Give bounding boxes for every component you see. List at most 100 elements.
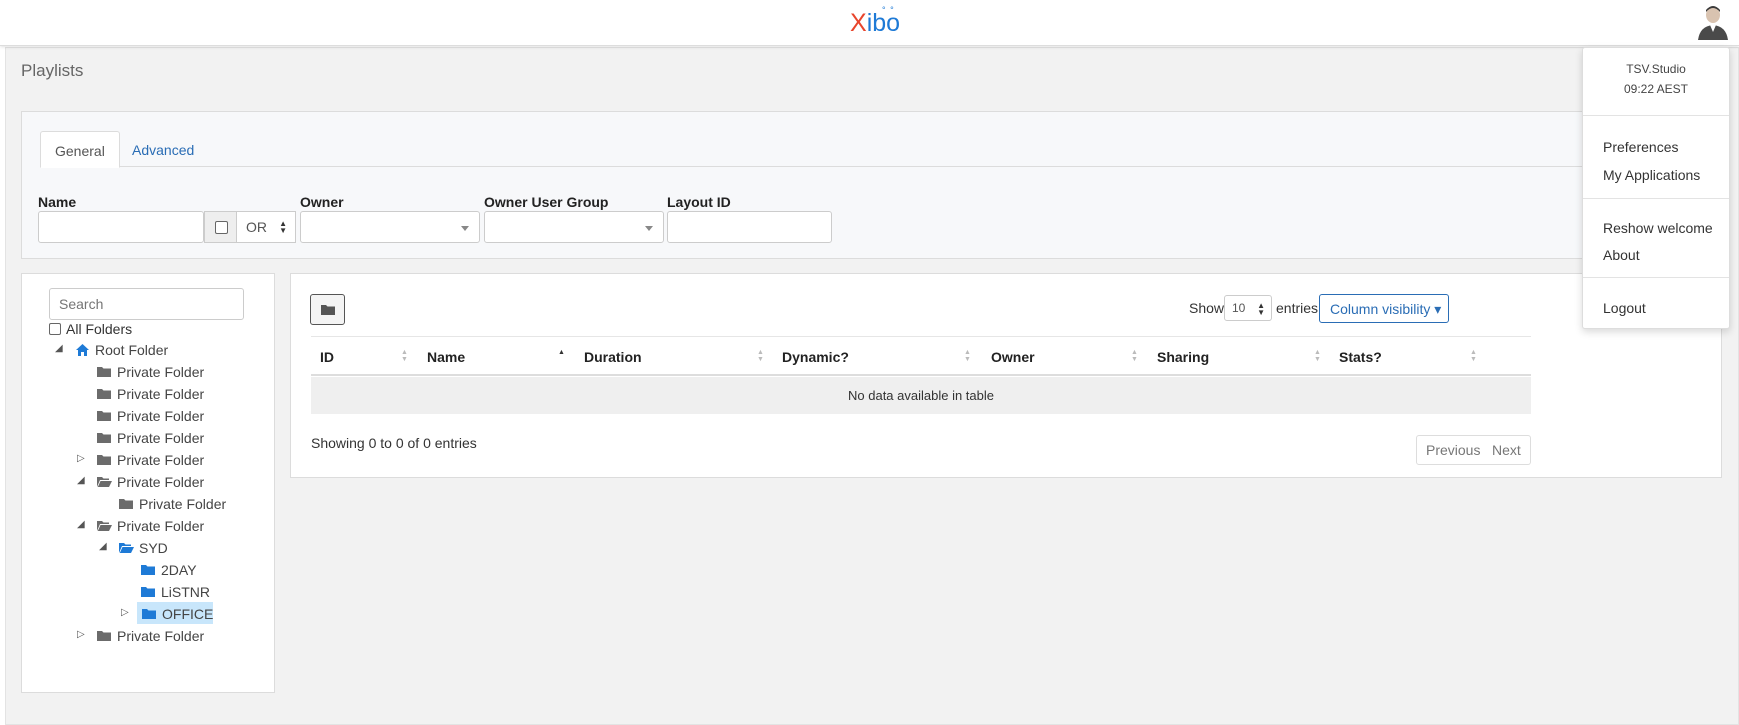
user-name: TSV.Studio [1626,62,1686,76]
page-content: Playlists General Advanced Name OR ▲ ▼ Ow… [5,47,1739,725]
filter-panel: General Advanced Name OR ▲ ▼ Owner Owner … [21,111,1721,259]
page-title: Playlists [21,61,84,80]
home-icon [76,344,89,356]
tree-node-label: OFFICE [162,606,214,622]
xibo-logo[interactable]: Xibo ° ° [850,5,900,38]
collapse-arrow-icon[interactable]: ◢ [77,519,85,530]
sort-icon: ▲ ▼ [1314,349,1321,363]
folder-icon [97,455,111,465]
empty-table-message: No data available in table [311,377,1531,414]
folder-open-icon [97,477,112,487]
column-header-stats[interactable]: Stats? [1339,349,1382,365]
tab-general[interactable]: General [40,131,120,168]
folder-tree-panel: All Folders ◢ Root Folder Private Folder… [21,273,275,693]
tree-node-label: SYD [139,540,168,556]
table-info: Showing 0 to 0 of 0 entries [311,435,477,451]
column-header-sharing[interactable]: Sharing [1157,349,1209,365]
column-header-owner[interactable]: Owner [991,349,1035,365]
owner-filter-label: Owner [300,194,344,210]
column-header-dynamic[interactable]: Dynamic? [782,349,849,365]
tree-node-label: Private Folder [139,496,227,512]
previous-page-button[interactable]: Previous [1416,435,1491,465]
owner-filter-select[interactable] [300,211,480,243]
tree-node-label: Private Folder [117,452,205,468]
user-dropdown-menu: TSV.Studio 09:22 AEST Preferences My App… [1582,47,1730,329]
column-header-id[interactable]: ID [320,349,334,365]
playlist-grid-panel: Show 10 ▲ ▼ entries Column visibility ▾ I… [290,273,1722,478]
sort-icon: ▲ ▼ [1470,349,1477,363]
column-header-duration[interactable]: Duration [584,349,642,365]
name-filter-label: Name [38,194,77,210]
menu-item-preferences[interactable]: Preferences [1603,139,1678,155]
menu-item-about[interactable]: About [1603,247,1640,263]
logo-dots: ° ° [882,5,895,15]
logic-operator-select[interactable]: OR ▲ ▼ [236,211,296,243]
tree-node-label: LiSTNR [161,584,211,600]
tree-node-label: Private Folder [117,408,205,424]
folder-icon [97,411,111,421]
expand-arrow-icon[interactable]: ▷ [77,629,85,640]
top-navbar: Xibo ° ° [0,0,1739,46]
folder-icon [97,433,111,443]
menu-item-reshow-welcome[interactable]: Reshow welcome [1603,220,1713,236]
column-visibility-button[interactable]: Column visibility ▾ [1319,294,1449,323]
folder-open-icon [119,543,134,553]
column-header-name[interactable]: Name [427,349,465,365]
user-avatar-icon [1694,2,1732,40]
all-folders-toggle[interactable]: All Folders [49,321,132,337]
collapse-arrow-icon[interactable]: ◢ [77,475,85,486]
column-visibility-label: Column visibility [1330,301,1431,317]
folder-toggle-button[interactable] [310,294,345,325]
tree-node-label: Private Folder [117,430,205,446]
folder-icon [97,389,111,399]
logic-operator-value: OR [246,219,267,235]
folder-icon [119,499,133,509]
select-arrows-icon: ▲ ▼ [279,219,287,235]
menu-item-logout[interactable]: Logout [1603,300,1646,316]
filter-tabs: General Advanced [40,131,1700,168]
user-avatar[interactable] [1694,2,1732,40]
all-folders-label: All Folders [66,321,133,337]
name-regex-checkbox[interactable] [215,221,228,234]
tree-node-label: Private Folder [117,386,205,402]
folder-search-input[interactable] [49,288,244,320]
sort-icon: ▲ ▼ [757,349,764,363]
tab-advanced[interactable]: Advanced [118,131,208,168]
menu-divider [1583,277,1729,278]
select-arrows-icon: ▲ ▼ [1257,301,1265,317]
chevron-down-icon [461,226,469,231]
entries-per-page-value: 10 [1232,301,1246,315]
folder-icon [142,609,156,619]
tree-node-label: Private Folder [117,474,205,490]
folder-icon [321,305,335,315]
expand-arrow-icon[interactable]: ▷ [121,607,129,618]
sort-icon: ▲ ▼ [401,349,408,363]
collapse-arrow-icon[interactable]: ◢ [55,343,63,354]
layout-id-filter-label: Layout ID [667,194,731,210]
folder-icon [141,587,155,597]
tree-node-label: Private Folder [117,628,205,644]
layout-id-filter-input[interactable] [667,211,832,243]
owner-group-filter-select[interactable] [484,211,664,243]
sort-icon: ▲ ▼ [1131,349,1138,363]
expand-arrow-icon[interactable]: ▷ [77,453,85,464]
all-folders-checkbox[interactable] [49,323,61,335]
chevron-down-icon [645,226,653,231]
tree-node-label: Root Folder [95,342,169,358]
owner-group-filter-label: Owner User Group [484,194,609,210]
name-filter-input[interactable] [38,211,204,243]
menu-item-my-applications[interactable]: My Applications [1603,167,1700,183]
entries-label: entries [1276,300,1319,316]
table-header: ID ▲ ▼ Name ▲ Duration ▲ ▼ Dynamic? ▲ ▼ Own… [311,336,1531,376]
folder-icon [97,367,111,377]
user-time: 09:22 AEST [1623,82,1689,96]
entries-per-page-select[interactable]: 10 ▲ ▼ [1224,295,1272,321]
folder-open-icon [97,521,112,531]
collapse-arrow-icon[interactable]: ◢ [99,541,107,552]
menu-divider [1583,115,1729,116]
next-page-button[interactable]: Next [1483,435,1531,465]
tree-node-label: Private Folder [117,364,205,380]
folder-icon [141,565,155,575]
tree-node-label: 2DAY [161,562,197,578]
menu-divider [1583,198,1729,199]
